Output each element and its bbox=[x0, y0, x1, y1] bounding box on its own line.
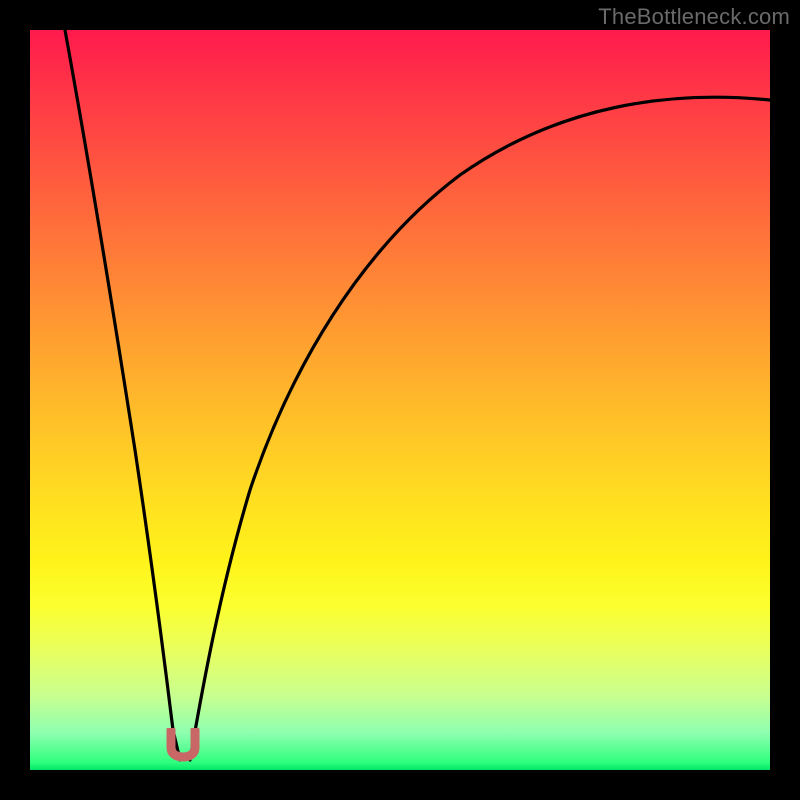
bottleneck-curve bbox=[30, 30, 770, 770]
outer-frame: TheBottleneck.com bbox=[0, 0, 800, 800]
watermark-text: TheBottleneck.com bbox=[598, 4, 790, 30]
curve-right-branch bbox=[190, 97, 770, 760]
curve-left-branch bbox=[65, 30, 180, 760]
plot-area bbox=[30, 30, 770, 770]
